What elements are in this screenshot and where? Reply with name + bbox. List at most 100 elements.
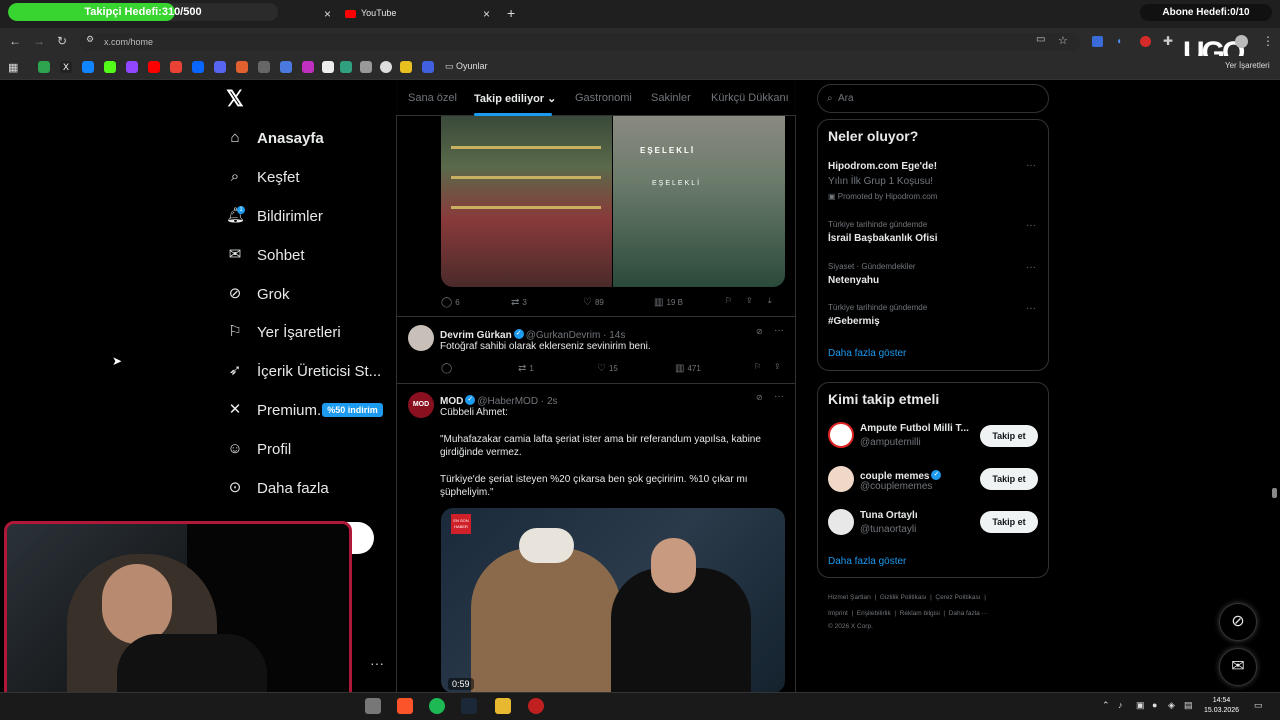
nav-chat[interactable]: ✉ Sohbet xyxy=(226,240,305,270)
profile-avatar-icon[interactable] xyxy=(1235,35,1248,48)
network-icon[interactable]: ◈ xyxy=(1168,700,1175,711)
folder-icon[interactable] xyxy=(495,698,511,714)
bookmark-icon[interactable] xyxy=(258,61,270,73)
bookmark-twitch-icon[interactable] xyxy=(126,61,138,73)
address-bar[interactable]: x.com/home xyxy=(80,33,1080,51)
trend-menu-icon[interactable]: ··· xyxy=(1026,160,1036,171)
like-button[interactable]: ♡ 15 xyxy=(597,363,618,374)
bookmark-x-icon[interactable]: X xyxy=(60,61,72,73)
steam-icon[interactable] xyxy=(461,698,477,714)
reload-icon[interactable]: ↻ xyxy=(57,34,67,48)
spotify-icon[interactable] xyxy=(429,698,445,714)
nav-more[interactable]: ⊙ Daha fazla xyxy=(226,473,329,503)
suggest-name[interactable]: Tuna Ortaylı xyxy=(860,510,918,521)
footer-link[interactable]: Daha fazla ··· xyxy=(949,610,988,617)
repost-button[interactable]: ⇄ 3 xyxy=(511,297,527,308)
tray-chevron-icon[interactable]: ⌃ xyxy=(1102,700,1110,711)
site-info-icon[interactable]: ⚙ xyxy=(86,34,94,45)
follow-button[interactable]: Takip et xyxy=(980,425,1038,447)
avatar[interactable] xyxy=(828,466,854,492)
bookmark-folder[interactable]: ▭ Oyunlar xyxy=(445,61,488,72)
bookmark-post-icon[interactable]: ⚐ xyxy=(725,296,732,305)
bookmark-youtube-icon[interactable] xyxy=(148,61,160,73)
trend-title[interactable]: Netenyahu xyxy=(828,275,879,286)
search-input[interactable]: ⌕ Ara xyxy=(817,84,1049,113)
tab-close-icon[interactable]: × xyxy=(483,6,490,22)
reply-button[interactable]: ◯ xyxy=(441,363,455,374)
share-icon[interactable]: ⇪ xyxy=(774,362,781,371)
trend-menu-icon[interactable]: ··· xyxy=(1026,220,1036,231)
back-icon[interactable]: ← xyxy=(9,34,21,48)
mic-icon[interactable]: ● xyxy=(1152,700,1157,710)
bookmark-bluesky-icon[interactable] xyxy=(82,61,94,73)
trend-menu-icon[interactable]: ··· xyxy=(1026,262,1036,273)
views-button[interactable]: ▥ 471 xyxy=(675,363,701,374)
bookmark-gmail-icon[interactable] xyxy=(170,61,182,73)
follow-button[interactable]: Takip et xyxy=(980,468,1038,490)
bookmark-icon[interactable] xyxy=(38,61,50,73)
bookmark-icon[interactable] xyxy=(360,61,372,73)
reply-button[interactable]: ◯ 6 xyxy=(441,297,460,308)
bookmark-icon[interactable] xyxy=(380,61,392,73)
tab-close-icon[interactable]: × xyxy=(324,6,331,22)
avatar[interactable] xyxy=(828,509,854,535)
brave-icon[interactable] xyxy=(397,698,413,714)
bookmark-icon[interactable] xyxy=(422,61,434,73)
nav-grok[interactable]: ⊘ Grok xyxy=(226,279,290,309)
nav-premium[interactable]: ✕ Premium... xyxy=(226,395,330,425)
notifications-icon[interactable]: ▭ xyxy=(1254,700,1263,711)
bookmark-kick-icon[interactable] xyxy=(104,61,116,73)
bookmark-icon[interactable] xyxy=(400,61,412,73)
footer-link[interactable]: Imprint xyxy=(828,610,848,617)
nav-explore[interactable]: ⌕ Keşfet xyxy=(226,162,300,192)
tray-app-icon[interactable]: ▣ xyxy=(1136,700,1145,711)
bookmark-post-icon[interactable]: ⚐ xyxy=(754,362,761,371)
grok-fab-icon[interactable]: ⊘ xyxy=(1219,603,1257,641)
bookmark-icon[interactable] xyxy=(322,61,334,73)
speaker-icon[interactable]: ♪ xyxy=(1118,700,1123,710)
footer-link[interactable]: Reklam bilgisi xyxy=(900,610,940,617)
avatar[interactable] xyxy=(408,325,434,351)
chrome-icon[interactable] xyxy=(365,698,381,714)
menu-icon[interactable]: ⋮ xyxy=(1262,34,1274,48)
share-icon[interactable]: ⇪ xyxy=(746,296,753,305)
nav-bookmarks[interactable]: ⚐ Yer İşaretleri xyxy=(226,317,340,347)
nav-home[interactable]: ⌂ Anasayfa xyxy=(226,123,323,153)
account-menu-icon[interactable]: ··· xyxy=(370,655,384,671)
trend-title[interactable]: Hipodrom.com Ege'de! xyxy=(828,161,937,172)
like-button[interactable]: ♡ 89 xyxy=(583,297,604,308)
tab-following[interactable]: Takip ediliyor ⌄ xyxy=(474,92,556,105)
footer-link[interactable]: Gizlilik Politikası xyxy=(880,594,927,601)
tab-gastronomy[interactable]: Gastronomi xyxy=(575,92,632,104)
x-logo-icon[interactable]: 𝕏 xyxy=(226,86,244,112)
tab-youtube[interactable]: YouTube xyxy=(345,5,495,23)
puzzle-icon[interactable]: ✚ xyxy=(1163,34,1173,48)
post-image-shop-interior[interactable] xyxy=(441,116,612,287)
bookmark-icon[interactable] xyxy=(302,61,314,73)
trends-show-more[interactable]: Daha fazla göster xyxy=(828,348,906,359)
follow-show-more[interactable]: Daha fazla göster xyxy=(828,556,906,567)
scrollbar-thumb[interactable] xyxy=(1272,488,1277,498)
new-tab-button[interactable]: + xyxy=(507,5,515,21)
follow-button[interactable]: Takip et xyxy=(980,511,1038,533)
bookmark-icon[interactable] xyxy=(214,61,226,73)
bookmark-meta-icon[interactable] xyxy=(192,61,204,73)
tab-residents[interactable]: Sakinler xyxy=(651,92,691,104)
views-button[interactable]: ▥ 19 B xyxy=(654,297,683,308)
bookmark-icon[interactable] xyxy=(340,61,352,73)
taskbar-clock[interactable]: 14:54 15.03.2026 xyxy=(1204,696,1239,716)
suggest-name[interactable]: Ampute Futbol Milli T... xyxy=(860,423,969,434)
translate-extension-icon[interactable] xyxy=(1092,36,1103,47)
install-icon[interactable]: ▭ xyxy=(1036,34,1045,45)
trend-menu-icon[interactable]: ··· xyxy=(1026,303,1036,314)
keyboard-icon[interactable]: ▤ xyxy=(1184,700,1193,711)
avatar[interactable]: MOD xyxy=(408,392,434,418)
footer-link[interactable]: Çerez Politikası xyxy=(935,594,980,601)
avatar[interactable] xyxy=(828,422,854,448)
grok-post-icon[interactable]: ⊘ xyxy=(756,327,763,336)
nav-profile[interactable]: ☺ Profil xyxy=(226,434,291,464)
messages-fab-icon[interactable]: ✉ xyxy=(1219,648,1257,686)
all-bookmarks[interactable]: Yer İşaretleri xyxy=(1225,61,1270,70)
trend-title[interactable]: İsrail Başbakanlık Ofisi xyxy=(828,233,938,244)
forward-icon[interactable]: → xyxy=(33,34,45,48)
